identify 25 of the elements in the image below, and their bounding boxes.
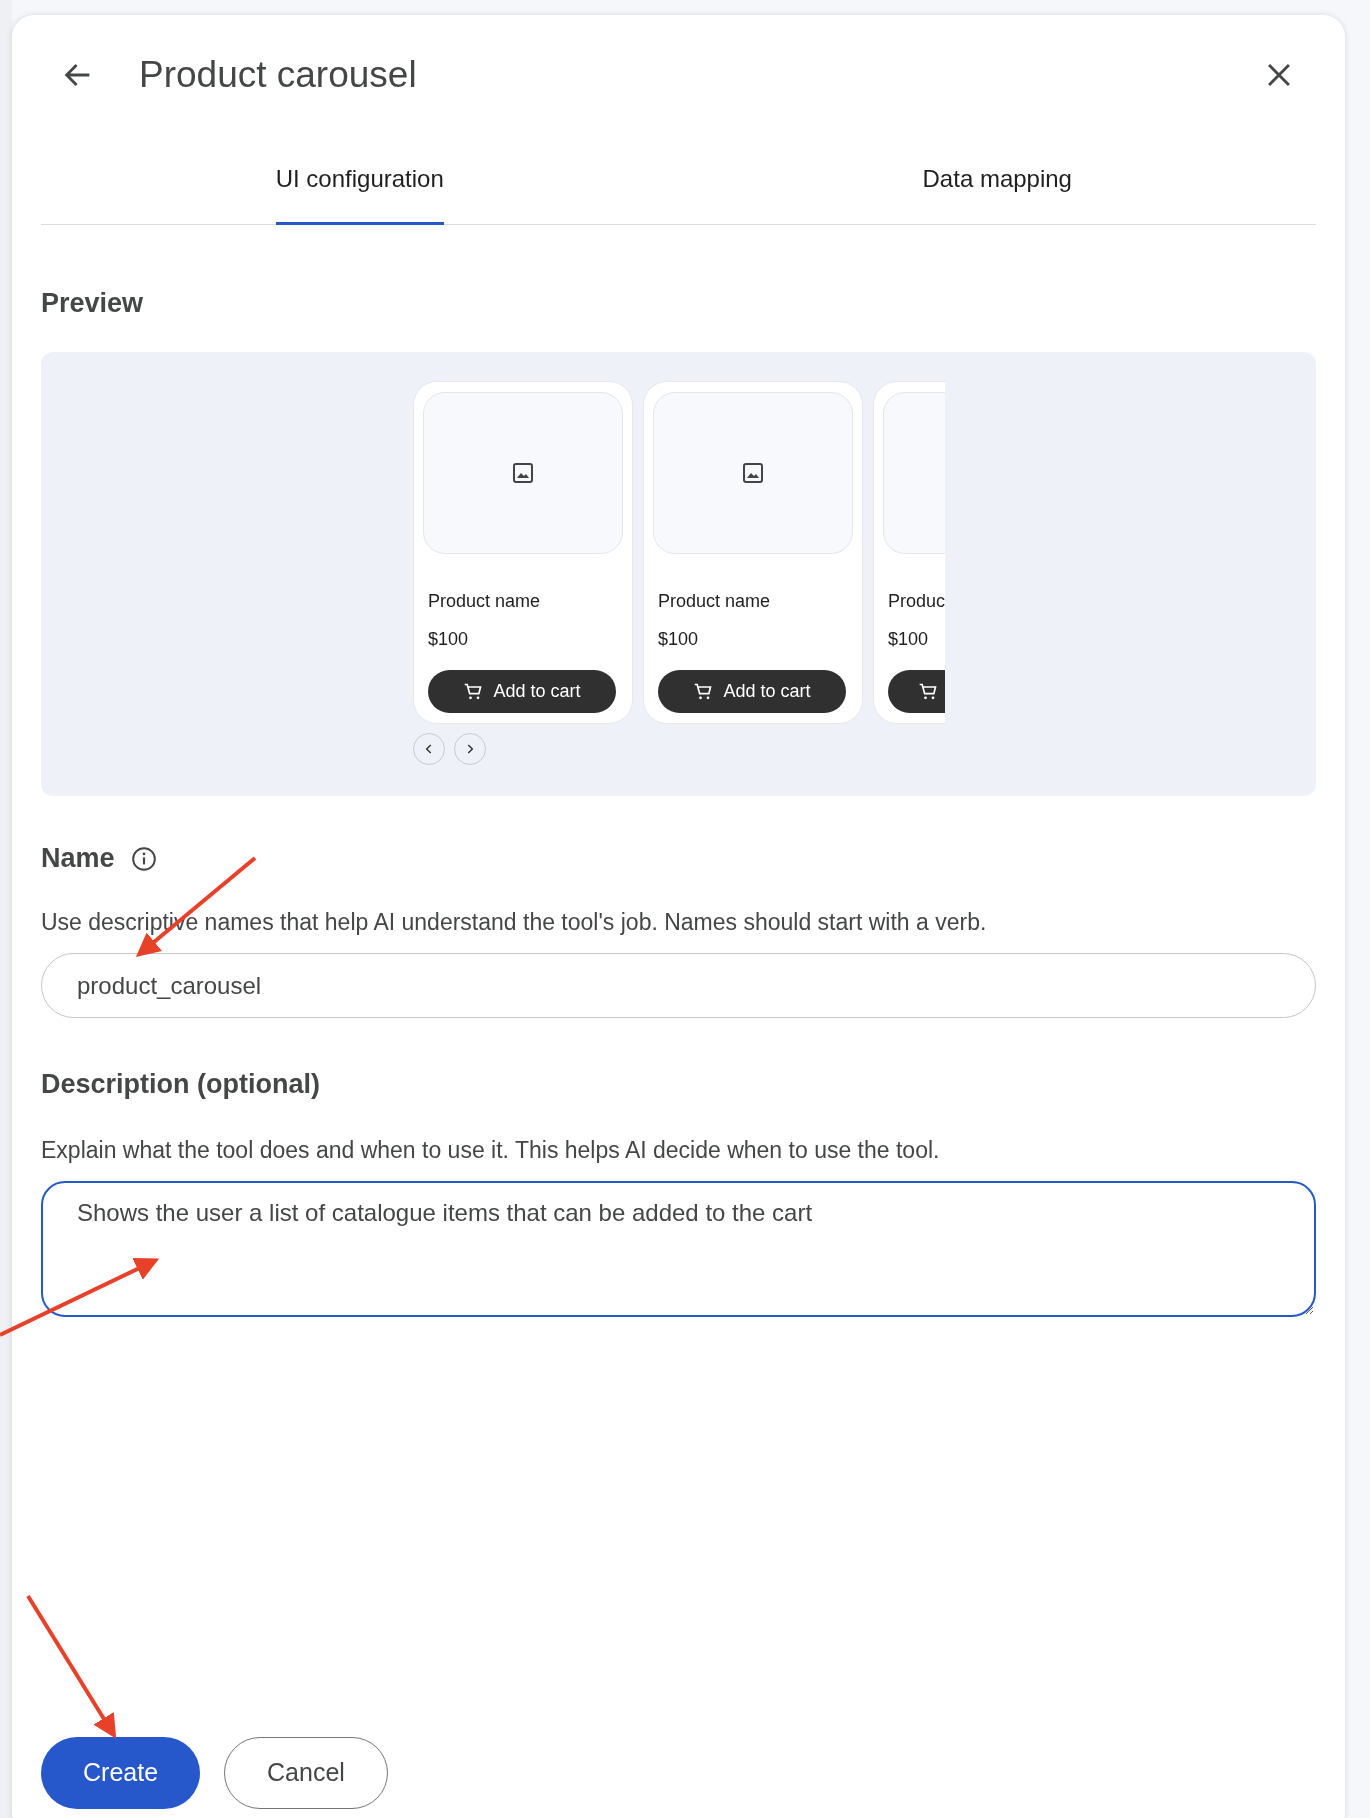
cancel-button[interactable]: Cancel [224,1737,388,1810]
tab[interactable]: UI configuration [275,161,444,225]
dialog-title: Product carousel [139,53,418,98]
cart-icon [463,681,484,702]
image-icon [741,461,765,486]
product-price: $100 [658,628,700,652]
create-button[interactable]: Create [41,1737,201,1810]
cart-icon [693,681,714,702]
field-label: Description (optional) [41,1068,320,1101]
section-heading: Preview [41,287,145,320]
field-label: Name [41,842,115,875]
tab[interactable]: Data mapping [922,161,1072,225]
info-icon [130,845,157,872]
product-name: Product name [428,590,542,614]
product-price: $100 [428,628,470,652]
add-to-cart-button[interactable]: Add to cart [428,670,616,714]
product-price: $100 [888,628,930,652]
add-to-cart-button[interactable]: Add to cart [658,670,846,714]
image-icon [511,461,535,486]
name-field[interactable]: product_carousel [41,953,1316,1019]
help-text: Explain what the tool does and when to use it. This helps AI decide when to use the tool. [41,1135,941,1165]
description-field[interactable]: Shows the user a list of catalogue items that can be added to the cart [41,1181,1316,1318]
cart-icon [918,681,938,702]
product-name: Product name [658,590,772,614]
product-name: Produc [888,590,945,614]
